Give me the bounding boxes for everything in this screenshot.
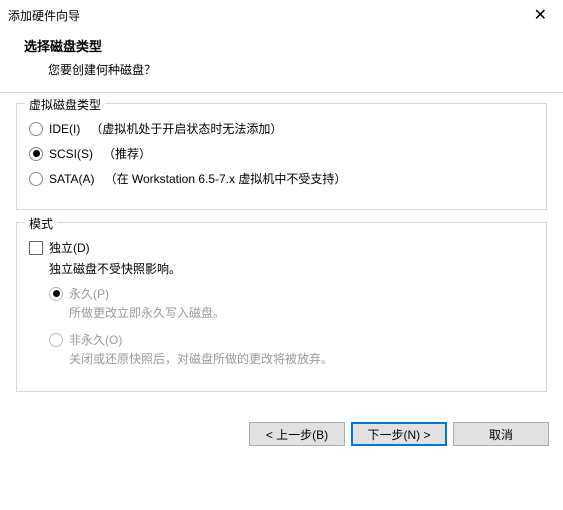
titlebar: 添加硬件向导 ✕ [0, 0, 563, 30]
radio-icon [29, 147, 43, 161]
nonpersistent-description: 关闭或还原快照后，对磁盘所做的更改将被放弃。 [69, 350, 534, 367]
window-title: 添加硬件向导 [8, 7, 80, 24]
close-icon[interactable]: ✕ [528, 5, 553, 25]
content-area: 虚拟磁盘类型 IDE(I) （虚拟机处于开启状态时无法添加） SCSI(S) （… [0, 93, 563, 414]
permanent-description: 所做更改立即永久写入磁盘。 [69, 304, 534, 321]
radio-ide[interactable]: IDE(I) （虚拟机处于开启状态时无法添加） [29, 120, 534, 137]
button-bar: < 上一步(B) 下一步(N) > 取消 [0, 414, 563, 460]
radio-scsi-label: SCSI(S) [49, 147, 93, 161]
radio-icon [29, 122, 43, 136]
mode-legend: 模式 [25, 215, 57, 232]
radio-sata-hint: （在 Workstation 6.5-7.x 虚拟机中不受支持） [105, 170, 347, 187]
radio-ide-label: IDE(I) [49, 122, 80, 136]
checkbox-independent-label: 独立(D) [49, 239, 90, 256]
radio-scsi[interactable]: SCSI(S) （推荐） [29, 145, 534, 162]
checkbox-icon [29, 241, 43, 255]
radio-nonpersistent: 非永久(O) [49, 331, 534, 348]
disk-type-group: 虚拟磁盘类型 IDE(I) （虚拟机处于开启状态时无法添加） SCSI(S) （… [16, 103, 547, 210]
radio-sata[interactable]: SATA(A) （在 Workstation 6.5-7.x 虚拟机中不受支持） [29, 170, 534, 187]
radio-permanent: 永久(P) [49, 285, 534, 302]
radio-icon [49, 287, 63, 301]
back-button[interactable]: < 上一步(B) [249, 422, 345, 446]
radio-nonpersistent-label: 非永久(O) [69, 331, 122, 348]
radio-ide-hint: （虚拟机处于开启状态时无法添加） [90, 120, 282, 137]
wizard-header: 选择磁盘类型 您要创建何种磁盘？ [0, 30, 563, 92]
radio-icon [29, 172, 43, 186]
independent-description: 独立磁盘不受快照影响。 [49, 260, 534, 277]
disk-type-legend: 虚拟磁盘类型 [25, 96, 105, 113]
page-subtitle: 您要创建何种磁盘？ [24, 61, 539, 78]
cancel-button[interactable]: 取消 [453, 422, 549, 446]
mode-group: 模式 独立(D) 独立磁盘不受快照影响。 永久(P) 所做更改立即永久写入磁盘。… [16, 222, 547, 392]
radio-sata-label: SATA(A) [49, 172, 95, 186]
next-button[interactable]: 下一步(N) > [351, 422, 447, 446]
independent-options: 永久(P) 所做更改立即永久写入磁盘。 非永久(O) 关闭或还原快照后，对磁盘所… [49, 285, 534, 367]
page-title: 选择磁盘类型 [24, 36, 539, 55]
checkbox-independent[interactable]: 独立(D) [29, 239, 534, 256]
radio-permanent-label: 永久(P) [69, 285, 109, 302]
radio-scsi-hint: （推荐） [103, 145, 151, 162]
radio-icon [49, 333, 63, 347]
